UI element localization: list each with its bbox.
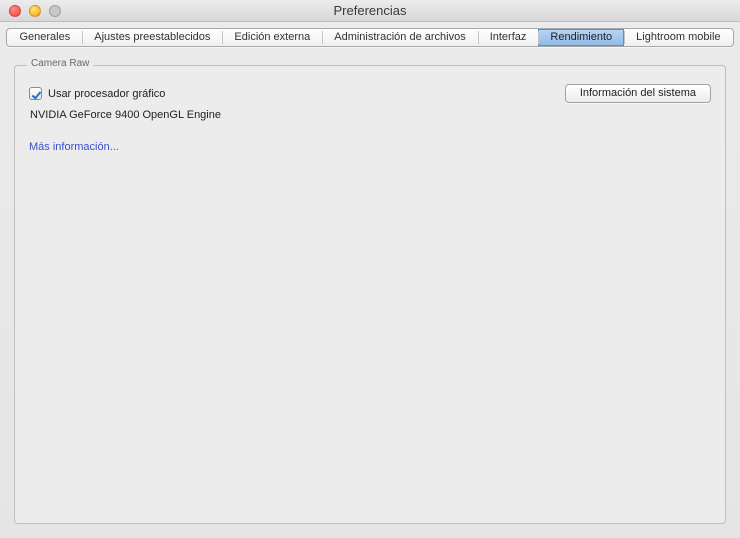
tab-interfaz[interactable]: Interfaz xyxy=(478,29,539,46)
tab-ajustes-preestablecidos[interactable]: Ajustes preestablecidos xyxy=(82,29,222,46)
tab-rendimiento[interactable]: Rendimiento xyxy=(538,29,624,46)
group-legend: Camera Raw xyxy=(27,58,93,69)
tab-administracion-archivos[interactable]: Administración de archivos xyxy=(322,29,477,46)
window-title: Preferencias xyxy=(0,3,740,18)
camera-raw-group: Camera Raw Usar procesador gráfico Infor… xyxy=(14,65,726,524)
use-gpu-label: Usar procesador gráfico xyxy=(48,88,165,100)
minimize-icon[interactable] xyxy=(29,5,41,17)
tab-bar: Generales Ajustes preestablecidos Edició… xyxy=(6,28,733,47)
tab-lightroom-mobile[interactable]: Lightroom mobile xyxy=(624,29,732,46)
more-info-link[interactable]: Más información... xyxy=(29,141,711,153)
close-icon[interactable] xyxy=(9,5,21,17)
zoom-icon[interactable] xyxy=(49,5,61,17)
use-gpu-checkbox[interactable] xyxy=(29,87,42,100)
system-info-button[interactable]: Información del sistema xyxy=(565,84,711,103)
gpu-name: NVIDIA GeForce 9400 OpenGL Engine xyxy=(29,109,711,121)
tab-edicion-externa[interactable]: Edición externa xyxy=(222,29,322,46)
tab-generales[interactable]: Generales xyxy=(7,29,82,46)
title-bar: Preferencias xyxy=(0,0,740,22)
use-gpu-checkbox-row[interactable]: Usar procesador gráfico xyxy=(29,87,165,100)
window-controls xyxy=(0,5,61,17)
